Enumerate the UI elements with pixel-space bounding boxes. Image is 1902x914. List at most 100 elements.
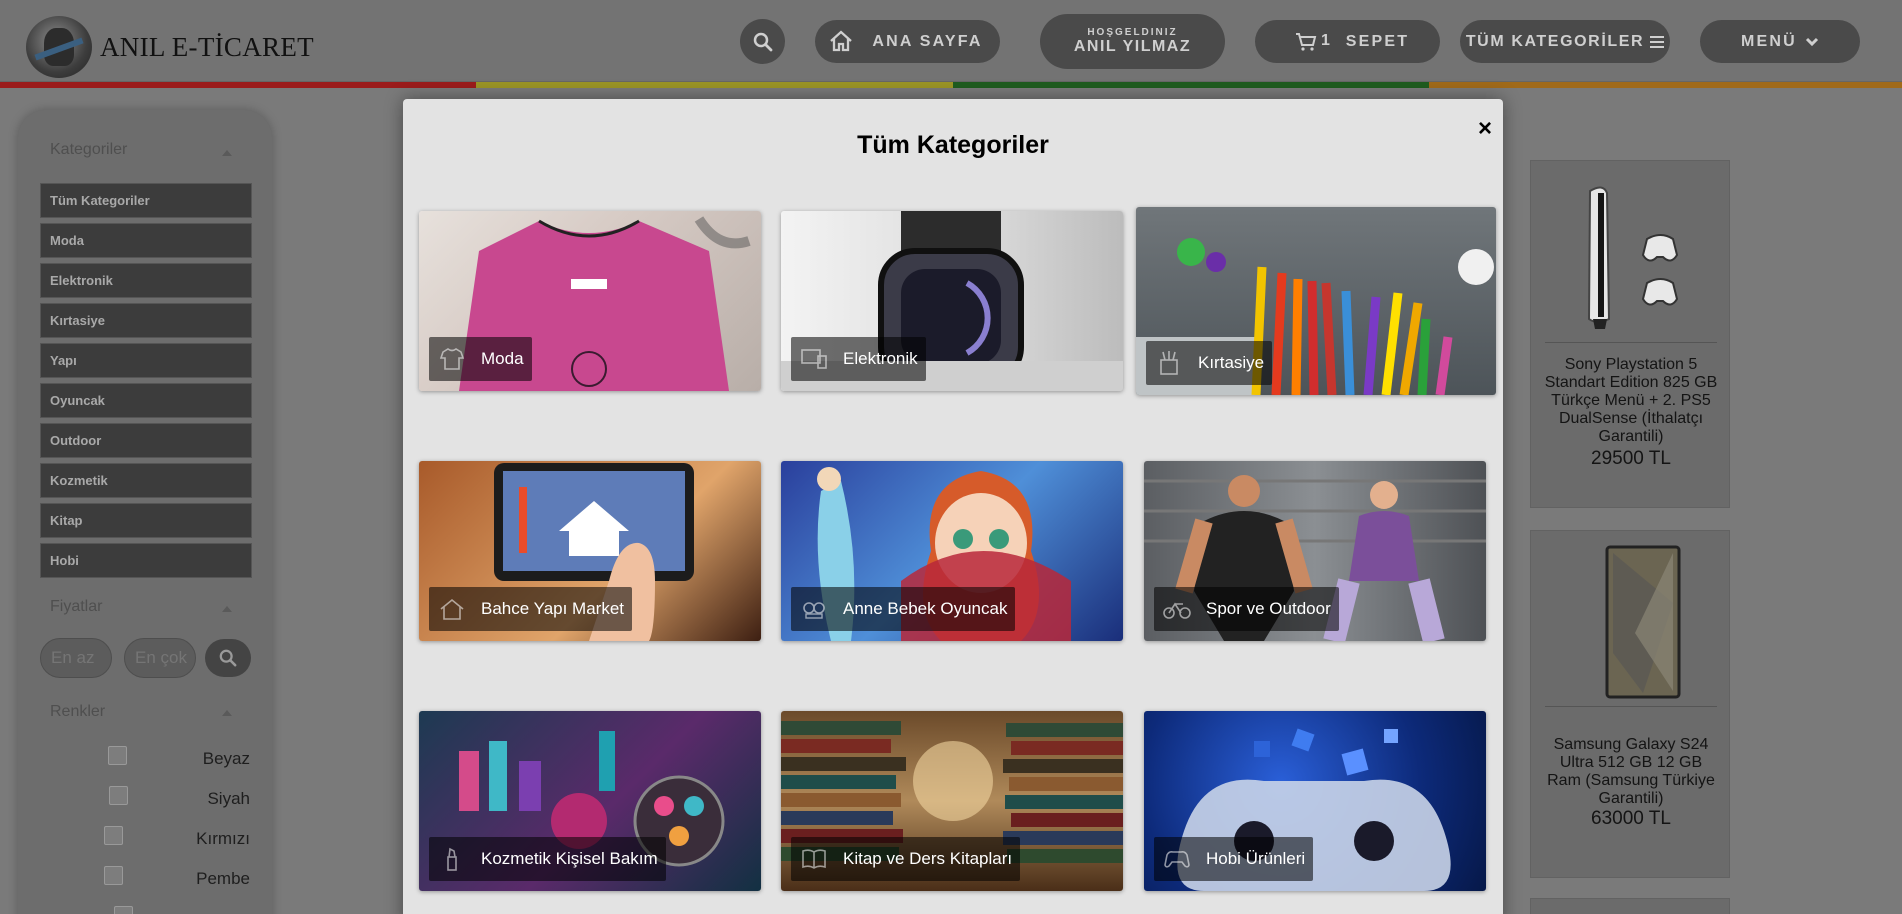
all-categories-modal: Tüm Kategoriler × Moda Elektronik Kırtas…	[403, 99, 1503, 914]
category-tile-kirtasiye[interactable]: Kırtasiye	[1136, 207, 1496, 395]
toy-icon	[799, 594, 829, 624]
color-option-kirmizi: Kırmızı	[18, 826, 272, 856]
product-image	[1545, 543, 1717, 707]
search-icon	[753, 32, 772, 51]
search-icon	[219, 649, 237, 667]
sidebar-category-kitap[interactable]: Kitap	[40, 503, 252, 538]
modal-title: Tüm Kategoriler	[857, 131, 1049, 159]
category-tile-text: Moda	[481, 349, 524, 368]
hamburger-icon	[1650, 35, 1665, 48]
color-checkbox[interactable]	[104, 866, 123, 885]
category-tile-label: Moda	[429, 337, 532, 381]
category-tile-text: Kitap ve Ders Kitapları	[843, 849, 1013, 868]
bike-icon	[1162, 594, 1192, 624]
home-label: ANA SAYFA	[872, 32, 983, 50]
cosmetics-icon	[437, 844, 467, 874]
category-tile-text: Kozmetik Kişisel Bakım	[481, 849, 658, 868]
category-tile-label: Hobi Ürünleri	[1154, 837, 1314, 881]
sidebar-category-outdoor[interactable]: Outdoor	[40, 423, 252, 458]
samsung-phone-image	[1605, 545, 1681, 699]
category-tile-label: Kitap ve Ders Kitapları	[791, 837, 1021, 881]
sidebar-category-oyuncak[interactable]: Oyuncak	[40, 383, 252, 418]
category-tile-text: Elektronik	[843, 349, 918, 368]
product-price: 29500 TL	[1591, 448, 1671, 469]
color-option-siyah: Siyah	[18, 786, 272, 816]
chevron-down-icon	[1805, 37, 1819, 46]
price-min-input[interactable]	[40, 638, 112, 678]
sidebar-category-kirtasiye[interactable]: Kırtasiye	[40, 303, 252, 338]
cart-icon	[1296, 33, 1317, 51]
categories-heading: Kategoriler	[50, 141, 128, 158]
sidebar-category-hobi[interactable]: Hobi	[40, 543, 252, 578]
sidebar-category-yapi[interactable]: Yapı	[40, 343, 252, 378]
book-icon	[799, 844, 829, 874]
logo-emblem-icon	[26, 16, 92, 78]
color-checkbox[interactable]	[114, 906, 133, 914]
close-button[interactable]: ×	[1471, 115, 1499, 143]
category-tile-kozmetik[interactable]: Kozmetik Kişisel Bakım	[419, 711, 761, 891]
category-tile-oyuncak[interactable]: Anne Bebek Oyuncak	[781, 461, 1123, 641]
sidebar-category-all[interactable]: Tüm Kategoriler	[40, 183, 252, 218]
color-option-beyaz: Beyaz	[18, 746, 272, 776]
category-tile-kitap[interactable]: Kitap ve Ders Kitapları	[781, 711, 1123, 891]
user-name: ANIL YILMAZ	[1073, 38, 1192, 56]
color-checkbox[interactable]	[109, 786, 128, 805]
category-tile-label: Anne Bebek Oyuncak	[791, 587, 1016, 631]
user-welcome-button[interactable]: HOŞGELDINIZ ANIL YILMAZ	[1040, 14, 1225, 69]
price-filter-button[interactable]	[205, 639, 251, 677]
color-option-more	[18, 906, 272, 914]
collapse-caret-icon[interactable]	[222, 606, 232, 612]
category-tile-label: Elektronik	[791, 337, 926, 381]
color-option-pembe: Pembe	[18, 866, 272, 896]
home-icon	[830, 30, 852, 52]
category-tile-label: Kozmetik Kişisel Bakım	[429, 837, 666, 881]
search-button[interactable]	[740, 19, 785, 64]
product-title[interactable]: Samsung Galaxy S24 Ultra 512 GB 12 GB Ra…	[1541, 736, 1721, 808]
collapse-caret-icon[interactable]	[222, 710, 232, 716]
cart-label: SEPET	[1345, 32, 1410, 50]
product-title[interactable]: Sony Playstation 5 Standart Edition 825 …	[1541, 356, 1721, 446]
cart-button[interactable]: 1 SEPET	[1255, 20, 1440, 63]
category-tile-hobi[interactable]: Hobi Ürünleri	[1144, 711, 1486, 891]
home-button[interactable]: ANA SAYFA	[815, 20, 1000, 63]
category-tile-text: Hobi Ürünleri	[1206, 849, 1306, 868]
sidebar-category-kozmetik[interactable]: Kozmetik	[40, 463, 252, 498]
gamepad-icon	[1162, 844, 1192, 874]
sidebar-category-elektronik[interactable]: Elektronik	[40, 263, 252, 298]
colors-heading: Renkler	[50, 703, 106, 720]
color-label: Beyaz	[202, 749, 250, 768]
category-tile-text: Spor ve Outdoor	[1206, 599, 1331, 618]
all-categories-label: TÜM KATEGORİLER	[1465, 32, 1645, 50]
color-checkbox[interactable]	[108, 746, 127, 765]
color-stripe-red	[0, 82, 476, 88]
category-tile-text: Anne Bebek Oyuncak	[843, 599, 1008, 618]
color-label: Pembe	[196, 869, 250, 888]
category-tile-bahce[interactable]: Bahce Yapı Market	[419, 461, 761, 641]
logo-text: ANIL E-TİCARET	[100, 31, 314, 62]
product-card[interactable]: Sony Playstation 5 Standart Edition 825 …	[1530, 160, 1730, 508]
ps5-console-image	[1587, 186, 1679, 329]
price-max-input[interactable]	[124, 638, 196, 678]
product-card[interactable]: Samsung Galaxy S24 Ultra 512 GB 12 GB Ra…	[1530, 530, 1730, 878]
category-tile-label: Kırtasiye	[1146, 341, 1273, 385]
prices-heading: Fiyatlar	[50, 598, 103, 615]
category-tile-moda[interactable]: Moda	[419, 211, 761, 391]
product-image	[1545, 179, 1717, 343]
color-stripe-green	[953, 82, 1429, 88]
color-checkbox[interactable]	[104, 826, 123, 845]
color-stripe-orange	[1429, 82, 1902, 88]
category-tile-text: Kırtasiye	[1198, 353, 1265, 372]
filter-sidebar: Kategoriler Tüm Kategoriler Moda Elektro…	[18, 110, 272, 914]
category-tile-spor[interactable]: Spor ve Outdoor	[1144, 461, 1486, 641]
sidebar-category-moda[interactable]: Moda	[40, 223, 252, 258]
collapse-caret-icon[interactable]	[222, 150, 232, 156]
category-tile-label: Bahce Yapı Market	[429, 587, 633, 631]
top-navbar: ANIL E-TİCARET ANA SAYFA HOŞGELDINIZ ANI…	[0, 0, 1902, 82]
product-card[interactable]	[1530, 898, 1730, 914]
menu-button[interactable]: MENÜ	[1700, 20, 1860, 63]
site-logo[interactable]: ANIL E-TİCARET	[26, 16, 314, 78]
product-price: 63000 TL	[1591, 808, 1671, 829]
all-categories-button[interactable]: TÜM KATEGORİLER	[1460, 20, 1670, 63]
welcome-text: HOŞGELDINIZ	[1087, 27, 1178, 39]
category-tile-elektronik[interactable]: Elektronik	[781, 211, 1123, 391]
